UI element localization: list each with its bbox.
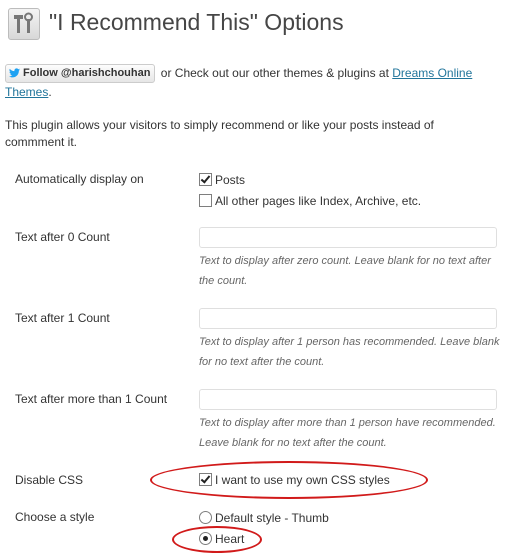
text-more-input[interactable] [199, 389, 497, 410]
twitter-bird-icon [9, 68, 20, 78]
plugin-description: This plugin allows your visitors to simp… [5, 118, 434, 149]
other-pages-checkbox[interactable] [199, 194, 212, 207]
text-zero-input[interactable] [199, 227, 497, 248]
disable-css-label: Disable CSS [15, 473, 84, 487]
other-pages-checkbox-label: All other pages like Index, Archive, etc… [215, 194, 422, 208]
default-thumb-radio[interactable] [199, 511, 212, 524]
text-one-help: Text to display after 1 person has recom… [199, 336, 500, 368]
intro-line: Follow @harishchouhan or Check out our o… [5, 64, 500, 102]
highlight-ellipse-heart [172, 526, 262, 553]
text-zero-label: Text after 0 Count [15, 230, 110, 244]
posts-checkbox[interactable] [199, 173, 212, 186]
highlight-ellipse-css [150, 461, 428, 499]
text-more-label: Text after more than 1 Count [15, 392, 168, 406]
twitter-follow-button[interactable]: Follow @harishchouhan [5, 64, 156, 84]
text-zero-help: Text to display after zero count. Leave … [199, 255, 491, 287]
other-pages-option[interactable]: All other pages like Index, Archive, etc… [199, 192, 421, 210]
settings-tools-icon [8, 8, 40, 40]
default-thumb-option[interactable]: Default style - Thumb [199, 509, 329, 527]
display-on-label: Automatically display on [15, 172, 144, 186]
default-thumb-radio-label: Default style - Thumb [215, 511, 329, 525]
intro-text: or Check out our other themes & plugins … [157, 66, 393, 80]
posts-checkbox-label: Posts [215, 173, 246, 187]
text-one-label: Text after 1 Count [15, 311, 110, 325]
posts-option[interactable]: Posts [199, 171, 245, 189]
text-one-input[interactable] [199, 308, 497, 329]
text-more-help: Text to display after more than 1 person… [199, 417, 496, 449]
intro-period: . [48, 85, 52, 100]
page-header: "I Recommend This" Options [4, 4, 504, 40]
choose-style-label: Choose a style [15, 510, 95, 524]
page-title: "I Recommend This" Options [49, 9, 344, 35]
twitter-follow-label: Follow @harishchouhan [23, 67, 151, 80]
